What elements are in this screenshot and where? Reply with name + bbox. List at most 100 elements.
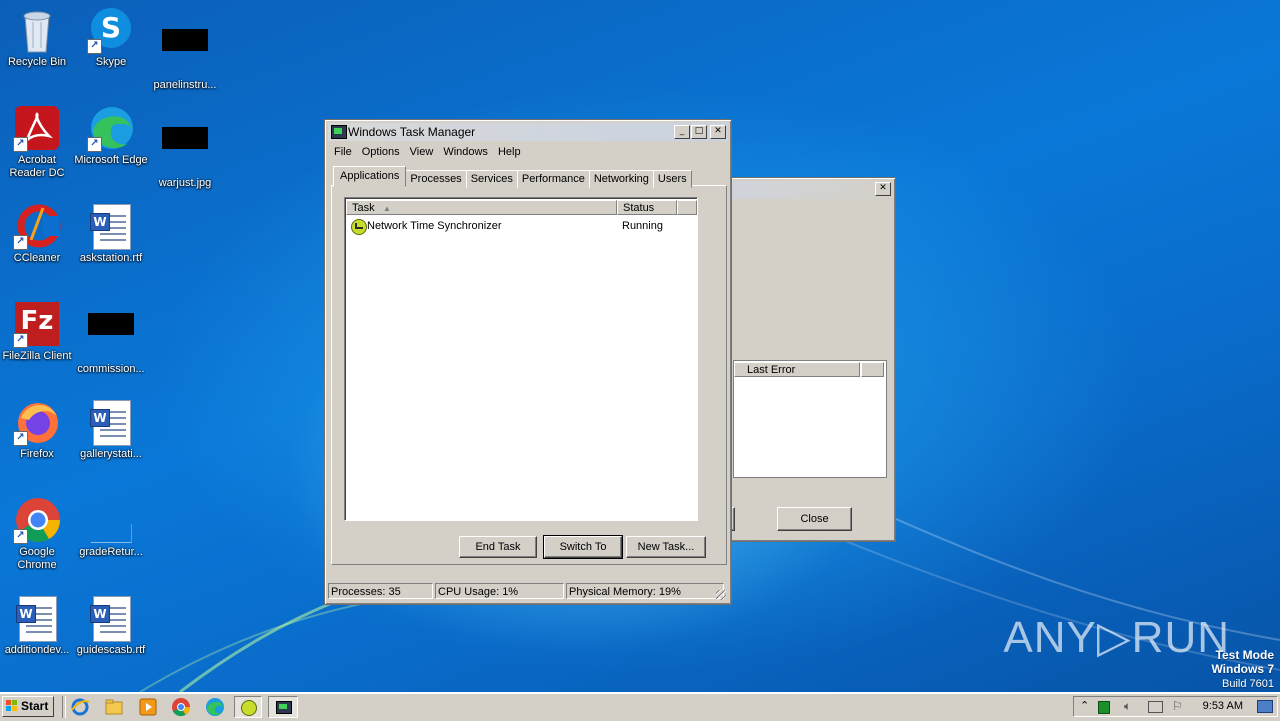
tab-processes[interactable]: Processes xyxy=(405,170,467,188)
resize-grip-icon[interactable] xyxy=(716,590,726,600)
shortcut-arrow-icon: ↗ xyxy=(13,333,28,348)
ccleaner-icon: ↗ xyxy=(13,202,61,250)
tab-performance[interactable]: Performance xyxy=(516,170,590,188)
blank-file-icon xyxy=(87,496,135,544)
column-header-task[interactable]: Task ▲ xyxy=(346,200,617,215)
desktop-icon-label: Recycle Bin xyxy=(7,56,67,68)
desktop-icon-ccleaner[interactable]: ↗ CCleaner xyxy=(0,202,74,265)
end-task-button[interactable]: End Task xyxy=(459,536,537,558)
tab-users[interactable]: Users xyxy=(652,170,692,188)
desktop-icon-chrome[interactable]: ↗ Google Chrome xyxy=(0,496,74,572)
anyrun-watermark: ANY▷RUN xyxy=(1003,613,1230,662)
taskbar-task-manager-button[interactable] xyxy=(268,696,298,718)
task-name: Network Time Synchronizer xyxy=(367,220,502,232)
title-bar[interactable]: Windows Task Manager _ □ ✕ xyxy=(328,123,728,141)
applications-list[interactable]: Task ▲ Status Network Time Synchronizer … xyxy=(344,197,698,521)
tab-applications[interactable]: Applications xyxy=(333,166,407,187)
start-button[interactable]: Start xyxy=(2,696,54,717)
column-header-status[interactable]: Status xyxy=(617,200,677,215)
recycle-bin-icon xyxy=(13,6,61,54)
menu-options[interactable]: Options xyxy=(357,144,405,161)
redacted-file-icon xyxy=(161,127,209,175)
menu-view[interactable]: View xyxy=(405,144,439,161)
sort-ascending-icon: ▲ xyxy=(383,204,391,213)
close-button[interactable]: Close xyxy=(777,507,852,531)
shortcut-arrow-icon: ↗ xyxy=(13,529,28,544)
taskbar: Start ⌃ 🔈︎ ⚐ 9:53 AM xyxy=(0,692,1280,721)
show-hidden-icons-icon[interactable]: ⌃ xyxy=(1080,699,1089,712)
maximize-button[interactable]: □ xyxy=(691,125,707,139)
edge-icon[interactable] xyxy=(205,697,225,717)
taskbar-network-time-button[interactable] xyxy=(234,696,262,718)
network-icon[interactable] xyxy=(1148,701,1163,713)
column-header-last-error[interactable]: Last Error xyxy=(734,362,860,377)
firefox-icon: ↗ xyxy=(13,398,61,446)
menu-file[interactable]: File xyxy=(329,144,357,161)
menu-help[interactable]: Help xyxy=(493,144,526,161)
new-task-button[interactable]: New Task... xyxy=(626,536,706,558)
desktop-icon-graderetur[interactable]: gradeRetur... xyxy=(74,496,148,559)
window-title: Windows Task Manager xyxy=(348,125,476,139)
tab-networking[interactable]: Networking xyxy=(588,170,654,188)
desktop-icon-label: Acrobat Reader DC xyxy=(9,154,65,179)
show-desktop-icon[interactable] xyxy=(1257,700,1273,713)
close-icon[interactable]: ✕ xyxy=(875,182,891,196)
status-processes: Processes: 35 xyxy=(328,583,433,599)
network-time-icon xyxy=(241,700,257,716)
switch-to-button[interactable]: Switch To xyxy=(543,535,623,559)
status-bar: Processes: 35 CPU Usage: 1% Physical Mem… xyxy=(328,583,728,601)
start-label: Start xyxy=(21,699,49,713)
redacted-file-icon xyxy=(161,29,209,77)
desktop-icon-warjust[interactable]: warjust.jpg xyxy=(148,104,222,190)
desktop-icon-label: guidescasb.rtf xyxy=(76,644,146,656)
action-center-flag-icon[interactable]: ⚐ xyxy=(1172,699,1183,713)
chrome-icon: ↗ xyxy=(13,496,61,544)
menu-bar: File Options View Windows Help xyxy=(329,144,526,161)
task-manager-app-icon xyxy=(331,125,347,139)
error-list: Last Error xyxy=(733,360,887,478)
speaker-icon[interactable]: 🔈︎ xyxy=(1124,699,1131,714)
task-manager-app-icon xyxy=(276,701,292,714)
desktop-icon-guidescasb[interactable]: W guidescasb.rtf xyxy=(74,594,148,657)
network-status-icon[interactable] xyxy=(1098,701,1110,714)
desktop-icon-additiondev[interactable]: W additiondev... xyxy=(0,594,74,657)
desktop-icon-label: gallerystati... xyxy=(80,448,142,460)
edge-icon: ↗ xyxy=(87,104,135,152)
shortcut-arrow-icon: ↗ xyxy=(13,137,28,152)
desktop-icon-label: CCleaner xyxy=(13,252,61,264)
desktop-icon-commission[interactable]: commission... xyxy=(74,300,148,376)
internet-explorer-icon[interactable] xyxy=(70,697,90,717)
desktop-icon-acrobat[interactable]: ↗ Acrobat Reader DC xyxy=(0,104,74,180)
column-header-blank xyxy=(677,200,697,215)
clock[interactable]: 9:53 AM xyxy=(1203,697,1243,716)
desktop-icon-skype[interactable]: S ↗ Skype xyxy=(74,6,148,69)
desktop-icon-panelinstru[interactable]: panelinstru... xyxy=(148,6,222,92)
desktop-icon-askstation[interactable]: W askstation.rtf xyxy=(74,202,148,265)
desktop-icon-label: gradeRetur... xyxy=(79,546,143,558)
tab-services[interactable]: Services xyxy=(465,170,518,188)
desktop-icon-label: Skype xyxy=(95,56,127,68)
desktop-icon-label: Firefox xyxy=(20,448,54,460)
desktop-icon-firefox[interactable]: ↗ Firefox xyxy=(0,398,74,461)
table-row[interactable]: Network Time Synchronizer Running xyxy=(347,217,693,235)
task-status: Running xyxy=(622,220,663,232)
desktop-icon-gallerystati[interactable]: W gallerystati... xyxy=(74,398,148,461)
desktop-icon-recycle-bin[interactable]: Recycle Bin xyxy=(0,6,74,69)
chrome-icon[interactable] xyxy=(171,697,191,717)
desktop-icon-filezilla[interactable]: Fz ↗ FileZilla Client xyxy=(0,300,74,363)
status-cpu-usage: CPU Usage: 1% xyxy=(435,583,564,599)
desktop-icon-label: Google Chrome xyxy=(17,546,57,571)
shortcut-arrow-icon: ↗ xyxy=(87,39,102,54)
word-document-icon: W xyxy=(87,594,135,642)
network-time-icon xyxy=(351,219,367,235)
column-header-task-label: Task xyxy=(352,202,375,214)
menu-windows[interactable]: Windows xyxy=(438,144,493,161)
minimize-button[interactable]: _ xyxy=(674,125,690,139)
close-button[interactable]: ✕ xyxy=(710,125,726,139)
desktop-icon-label: additiondev... xyxy=(4,644,70,656)
media-player-icon[interactable] xyxy=(138,697,158,717)
desktop-icon-edge[interactable]: ↗ Microsoft Edge xyxy=(74,104,148,167)
file-explorer-icon[interactable] xyxy=(104,697,124,717)
word-document-icon: W xyxy=(13,594,61,642)
test-mode-label: Test Mode xyxy=(1215,648,1274,662)
